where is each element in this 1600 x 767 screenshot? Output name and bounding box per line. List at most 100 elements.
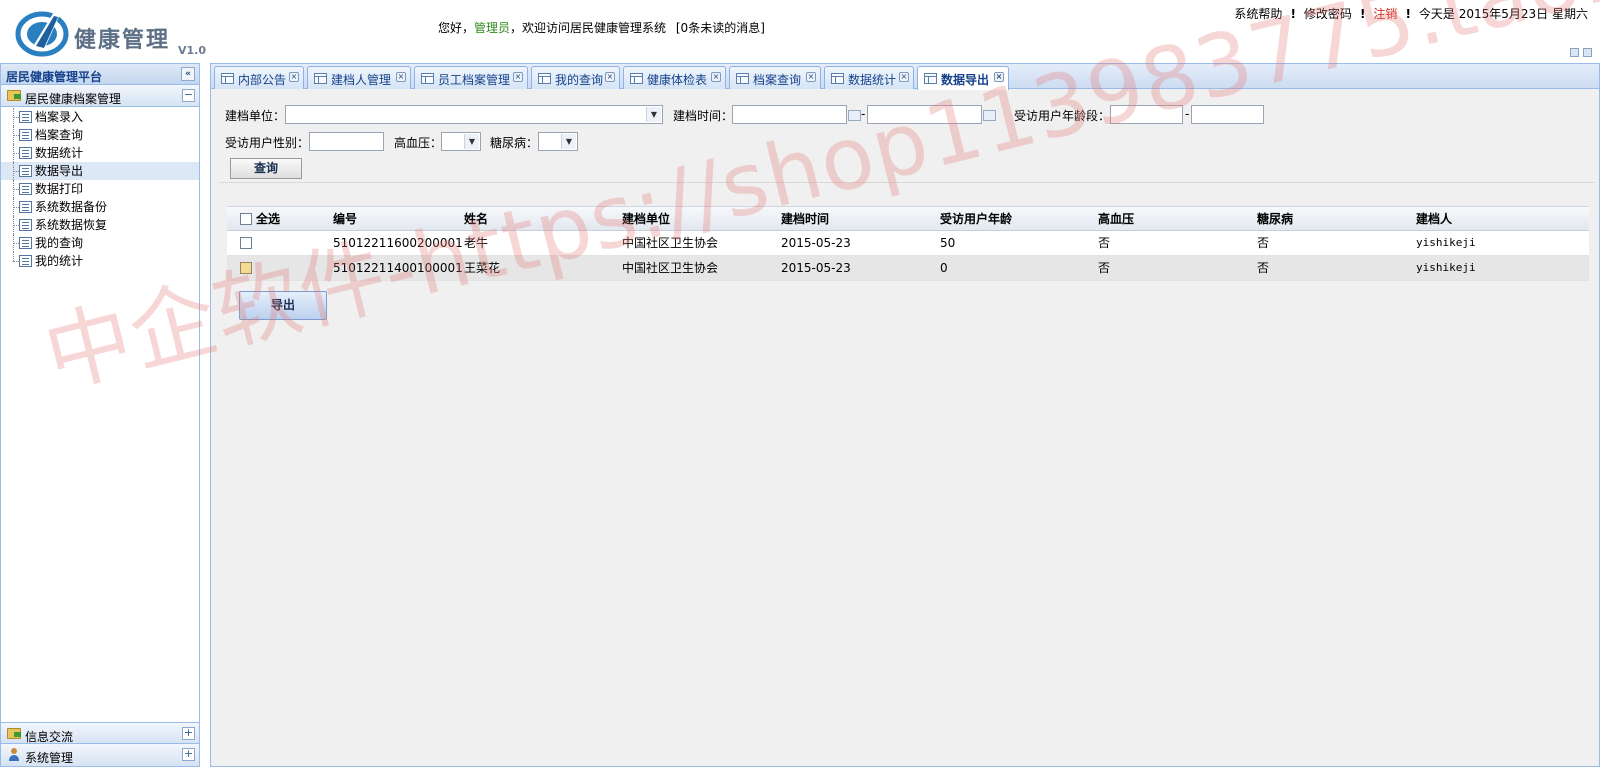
age-range-dash: - xyxy=(1185,107,1190,121)
close-icon[interactable]: × xyxy=(899,72,909,82)
document-icon xyxy=(19,201,32,213)
gender-input[interactable] xyxy=(309,132,384,151)
sidebar-item-restore[interactable]: 系统数据恢复 xyxy=(1,216,199,234)
sidebar-item-label: 数据打印 xyxy=(35,182,84,196)
tab-announcements[interactable]: 内部公告 × xyxy=(214,66,304,89)
maximize-icon[interactable] xyxy=(1583,48,1592,57)
search-button[interactable]: 查询 xyxy=(230,158,302,179)
calendar-icon[interactable] xyxy=(983,110,996,121)
accordion-health-records[interactable]: 居民健康档案管理 − xyxy=(1,85,199,107)
close-icon[interactable]: × xyxy=(806,72,816,82)
unread-messages-link[interactable]: [0条未读的消息] xyxy=(676,21,765,35)
cell-age: 0 xyxy=(940,261,948,275)
sidebar-item-label: 系统数据备份 xyxy=(35,200,108,214)
unit-select[interactable]: ▼ xyxy=(285,105,663,124)
tab-label: 数据统计 xyxy=(848,73,897,87)
grid-header: 全选 编号 姓名 建档单位 建档时间 受访用户年龄 高血压 糖尿病 建档人 xyxy=(227,206,1589,231)
column-header-diabetes[interactable]: 糖尿病 xyxy=(1257,207,1293,231)
column-header-date[interactable]: 建档时间 xyxy=(781,207,829,231)
chevron-down-icon: ▼ xyxy=(646,107,661,122)
select-all-label[interactable]: 全选 xyxy=(256,207,280,231)
minimize-icon[interactable] xyxy=(1570,48,1579,57)
accordion-communication[interactable]: 信息交流 + xyxy=(1,722,199,744)
collapse-icon[interactable]: − xyxy=(182,89,195,102)
column-header-unit[interactable]: 建档单位 xyxy=(622,207,670,231)
sidebar-bottom-sections: 信息交流 + 系统管理 + xyxy=(1,722,199,766)
close-icon[interactable]: × xyxy=(289,72,299,82)
close-icon[interactable]: × xyxy=(994,72,1004,82)
age-min-input[interactable] xyxy=(1110,105,1183,124)
column-header-creator[interactable]: 建档人 xyxy=(1416,207,1452,231)
nav-separator: ! xyxy=(1405,7,1411,21)
welcome-prefix: 您好， xyxy=(438,21,475,35)
chevron-down-icon: ▼ xyxy=(561,134,576,149)
end-date-input[interactable] xyxy=(867,105,982,124)
table-icon xyxy=(924,73,937,84)
tab-record-query[interactable]: 档案查询 × xyxy=(729,66,821,89)
expand-icon[interactable]: + xyxy=(182,727,195,740)
tab-health-exam[interactable]: 健康体检表 × xyxy=(623,66,726,89)
tab-label: 数据导出 xyxy=(941,73,990,87)
tab-employee-records[interactable]: 员工档案管理 × xyxy=(414,66,528,89)
app-version: V1.0 xyxy=(178,44,206,57)
close-icon[interactable]: × xyxy=(711,72,721,82)
cell-unit: 中国社区卫生协会 xyxy=(622,236,719,250)
close-icon[interactable]: × xyxy=(513,72,523,82)
tab-creator-management[interactable]: 建档人管理 × xyxy=(307,66,411,89)
sidebar-item-record-query[interactable]: 档案查询 xyxy=(1,126,199,144)
time-label: 建档时间： xyxy=(673,109,734,123)
column-header-name[interactable]: 姓名 xyxy=(464,207,488,231)
select-all-checkbox[interactable] xyxy=(240,213,252,225)
hypertension-select[interactable]: ▼ xyxy=(441,132,481,151)
expand-icon[interactable]: + xyxy=(182,748,195,761)
table-icon xyxy=(736,73,749,84)
accordion-system-management-label: 系统管理 xyxy=(25,751,74,765)
user-icon xyxy=(8,748,20,762)
sidebar-item-data-export[interactable]: 数据导出 xyxy=(1,162,199,180)
document-icon xyxy=(19,147,32,159)
change-password-link[interactable]: 修改密码 xyxy=(1304,7,1352,21)
close-icon[interactable]: × xyxy=(396,72,406,82)
chevron-down-icon: ▼ xyxy=(464,134,479,149)
tab-data-export[interactable]: 数据导出 × xyxy=(917,66,1009,90)
sidebar-item-my-statistics[interactable]: 我的统计 xyxy=(1,252,199,270)
start-date-input[interactable] xyxy=(732,105,847,124)
sidebar-item-record-entry[interactable]: 档案录入 xyxy=(1,108,199,126)
accordion-communication-label: 信息交流 xyxy=(25,730,74,744)
sidebar-item-my-query[interactable]: 我的查询 xyxy=(1,234,199,252)
sidebar-item-backup[interactable]: 系统数据备份 xyxy=(1,198,199,216)
welcome-suffix: ，欢迎访问居民健康管理系统 xyxy=(510,21,667,35)
export-button[interactable]: 导出 xyxy=(239,291,327,320)
logout-link[interactable]: 注销 xyxy=(1373,7,1397,21)
close-icon[interactable]: × xyxy=(605,72,615,82)
column-header-id[interactable]: 编号 xyxy=(333,207,357,231)
column-header-hypertension[interactable]: 高血压 xyxy=(1098,207,1134,231)
table-row[interactable]: 51012211400100001 王菜花 中国社区卫生协会 2015-05-2… xyxy=(227,256,1589,281)
unit-label: 建档单位： xyxy=(225,109,286,123)
nav-tree: 档案录入 档案查询 数据统计 数据导出 数据打印 系统数据备份 系统数据恢复 我… xyxy=(1,107,199,270)
row-checkbox[interactable] xyxy=(240,262,252,274)
table-row[interactable]: 51012211600200001 老牛 中国社区卫生协会 2015-05-23… xyxy=(227,231,1589,256)
tab-label: 健康体检表 xyxy=(647,73,708,87)
tab-statistics[interactable]: 数据统计 × xyxy=(824,66,914,89)
tab-label: 员工档案管理 xyxy=(438,73,511,87)
logo-text: 健康管理 xyxy=(74,27,171,53)
sidebar-item-label: 系统数据恢复 xyxy=(35,218,108,232)
tab-strip: 内部公告 × 建档人管理 × 员工档案管理 × 我的查询 × 健康体检表 × 档案查询 × … xyxy=(211,64,1599,90)
cell-age: 50 xyxy=(940,236,956,250)
sidebar-item-data-print[interactable]: 数据打印 xyxy=(1,180,199,198)
cell-date: 2015-05-23 xyxy=(781,261,851,275)
column-header-age[interactable]: 受访用户年龄 xyxy=(940,207,1012,231)
age-max-input[interactable] xyxy=(1191,105,1264,124)
date-range-dash: - xyxy=(861,107,866,121)
sidebar-title: 居民健康管理平台 « xyxy=(1,64,199,85)
diabetes-label: 糖尿病： xyxy=(490,136,539,150)
diabetes-select[interactable]: ▼ xyxy=(538,132,578,151)
calendar-icon[interactable] xyxy=(848,110,861,121)
accordion-system-management[interactable]: 系统管理 + xyxy=(1,744,199,766)
help-link[interactable]: 系统帮助 xyxy=(1234,7,1282,21)
sidebar-item-statistics[interactable]: 数据统计 xyxy=(1,144,199,162)
tab-my-query[interactable]: 我的查询 × xyxy=(531,66,620,89)
row-checkbox[interactable] xyxy=(240,237,252,249)
collapse-sidebar-icon[interactable]: « xyxy=(181,67,195,81)
